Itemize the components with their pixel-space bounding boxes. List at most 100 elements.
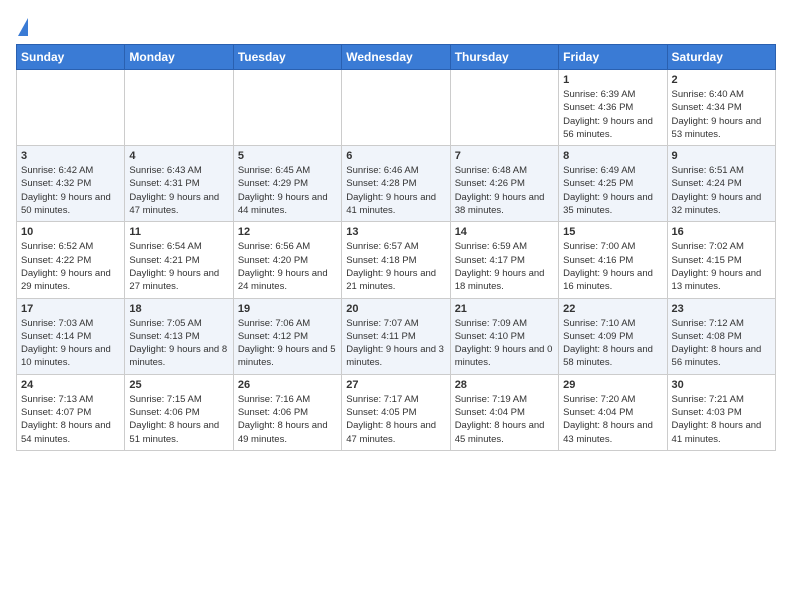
day-number: 11	[129, 226, 228, 238]
calendar-cell: 21 Sunrise: 7:09 AM Sunset: 4:10 PM Dayli…	[450, 298, 558, 374]
calendar-cell: 5 Sunrise: 6:45 AM Sunset: 4:29 PM Daylig…	[233, 146, 341, 222]
calendar-cell: 12 Sunrise: 6:56 AM Sunset: 4:20 PM Dayli…	[233, 222, 341, 298]
day-number: 12	[238, 226, 337, 238]
cell-content: Sunrise: 6:51 AM Sunset: 4:24 PM Dayligh…	[672, 164, 771, 217]
cell-content: Sunrise: 7:19 AM Sunset: 4:04 PM Dayligh…	[455, 393, 554, 446]
day-number: 24	[21, 379, 120, 391]
calendar-cell: 16 Sunrise: 7:02 AM Sunset: 4:15 PM Dayli…	[667, 222, 775, 298]
day-number: 21	[455, 303, 554, 315]
calendar-cell	[125, 70, 233, 146]
day-number: 26	[238, 379, 337, 391]
calendar-cell: 18Sunrise: 7:05 AM Sunset: 4:13 PM Dayli…	[125, 298, 233, 374]
calendar-week-row: 17 Sunrise: 7:03 AM Sunset: 4:14 PM Dayli…	[17, 298, 776, 374]
calendar-cell: 2 Sunrise: 6:40 AM Sunset: 4:34 PM Daylig…	[667, 70, 775, 146]
weekday-header-friday: Friday	[559, 45, 667, 70]
calendar-cell: 4 Sunrise: 6:43 AM Sunset: 4:31 PM Daylig…	[125, 146, 233, 222]
weekday-header-tuesday: Tuesday	[233, 45, 341, 70]
calendar-cell	[233, 70, 341, 146]
day-number: 1	[563, 74, 662, 86]
cell-content: Sunrise: 6:39 AM Sunset: 4:36 PM Dayligh…	[563, 88, 662, 141]
cell-content: Sunrise: 6:48 AM Sunset: 4:26 PM Dayligh…	[455, 164, 554, 217]
day-number: 13	[346, 226, 445, 238]
weekday-header-wednesday: Wednesday	[342, 45, 450, 70]
day-number: 25	[129, 379, 228, 391]
calendar-cell: 13 Sunrise: 6:57 AM Sunset: 4:18 PM Dayli…	[342, 222, 450, 298]
cell-content: Sunrise: 7:16 AM Sunset: 4:06 PM Dayligh…	[238, 393, 337, 446]
calendar-cell: 14 Sunrise: 6:59 AM Sunset: 4:17 PM Dayli…	[450, 222, 558, 298]
weekday-header-saturday: Saturday	[667, 45, 775, 70]
calendar-week-row: 24 Sunrise: 7:13 AM Sunset: 4:07 PM Dayli…	[17, 374, 776, 450]
day-number: 14	[455, 226, 554, 238]
cell-content: Sunrise: 7:02 AM Sunset: 4:15 PM Dayligh…	[672, 240, 771, 293]
calendar-cell	[450, 70, 558, 146]
calendar-cell: 17 Sunrise: 7:03 AM Sunset: 4:14 PM Dayli…	[17, 298, 125, 374]
cell-content: Sunrise: 6:42 AM Sunset: 4:32 PM Dayligh…	[21, 164, 120, 217]
calendar-cell: 19Sunrise: 7:06 AM Sunset: 4:12 PM Dayli…	[233, 298, 341, 374]
calendar-cell: 9 Sunrise: 6:51 AM Sunset: 4:24 PM Daylig…	[667, 146, 775, 222]
calendar-cell: 29 Sunrise: 7:20 AM Sunset: 4:04 PM Dayli…	[559, 374, 667, 450]
cell-content: Sunrise: 7:09 AM Sunset: 4:10 PM Dayligh…	[455, 317, 554, 370]
day-number: 29	[563, 379, 662, 391]
day-number: 2	[672, 74, 771, 86]
calendar-week-row: 10 Sunrise: 6:52 AM Sunset: 4:22 PM Dayli…	[17, 222, 776, 298]
cell-content: Sunrise: 7:07 AM Sunset: 4:11 PM Dayligh…	[346, 317, 445, 370]
day-number: 30	[672, 379, 771, 391]
calendar-cell: 10 Sunrise: 6:52 AM Sunset: 4:22 PM Dayli…	[17, 222, 125, 298]
cell-content: Sunrise: 7:12 AM Sunset: 4:08 PM Dayligh…	[672, 317, 771, 370]
cell-content: Sunrise: 6:40 AM Sunset: 4:34 PM Dayligh…	[672, 88, 771, 141]
weekday-header-thursday: Thursday	[450, 45, 558, 70]
weekday-header-monday: Monday	[125, 45, 233, 70]
cell-content: Sunrise: 7:06 AM Sunset: 4:12 PM Dayligh…	[238, 317, 337, 370]
calendar-table: SundayMondayTuesdayWednesdayThursdayFrid…	[16, 44, 776, 451]
day-number: 5	[238, 150, 337, 162]
calendar-cell: 22 Sunrise: 7:10 AM Sunset: 4:09 PM Dayli…	[559, 298, 667, 374]
calendar-cell: 3Sunrise: 6:42 AM Sunset: 4:32 PM Daylig…	[17, 146, 125, 222]
cell-content: Sunrise: 7:21 AM Sunset: 4:03 PM Dayligh…	[672, 393, 771, 446]
cell-content: Sunrise: 6:52 AM Sunset: 4:22 PM Dayligh…	[21, 240, 120, 293]
cell-content: Sunrise: 6:56 AM Sunset: 4:20 PM Dayligh…	[238, 240, 337, 293]
cell-content: Sunrise: 6:45 AM Sunset: 4:29 PM Dayligh…	[238, 164, 337, 217]
logo	[16, 20, 28, 36]
day-number: 17	[21, 303, 120, 315]
day-number: 18	[129, 303, 228, 315]
cell-content: Sunrise: 6:43 AM Sunset: 4:31 PM Dayligh…	[129, 164, 228, 217]
cell-content: Sunrise: 7:10 AM Sunset: 4:09 PM Dayligh…	[563, 317, 662, 370]
cell-content: Sunrise: 6:49 AM Sunset: 4:25 PM Dayligh…	[563, 164, 662, 217]
cell-content: Sunrise: 7:20 AM Sunset: 4:04 PM Dayligh…	[563, 393, 662, 446]
day-number: 27	[346, 379, 445, 391]
cell-content: Sunrise: 7:03 AM Sunset: 4:14 PM Dayligh…	[21, 317, 120, 370]
calendar-cell	[342, 70, 450, 146]
day-number: 4	[129, 150, 228, 162]
calendar-cell: 27 Sunrise: 7:17 AM Sunset: 4:05 PM Dayli…	[342, 374, 450, 450]
day-number: 15	[563, 226, 662, 238]
calendar-cell: 24 Sunrise: 7:13 AM Sunset: 4:07 PM Dayli…	[17, 374, 125, 450]
day-number: 6	[346, 150, 445, 162]
day-number: 8	[563, 150, 662, 162]
day-number: 9	[672, 150, 771, 162]
day-number: 10	[21, 226, 120, 238]
day-number: 23	[672, 303, 771, 315]
weekday-header-sunday: Sunday	[17, 45, 125, 70]
calendar-cell: 20 Sunrise: 7:07 AM Sunset: 4:11 PM Dayli…	[342, 298, 450, 374]
cell-content: Sunrise: 7:00 AM Sunset: 4:16 PM Dayligh…	[563, 240, 662, 293]
cell-content: Sunrise: 6:57 AM Sunset: 4:18 PM Dayligh…	[346, 240, 445, 293]
calendar-cell: 1 Sunrise: 6:39 AM Sunset: 4:36 PM Daylig…	[559, 70, 667, 146]
day-number: 20	[346, 303, 445, 315]
calendar-cell: 11Sunrise: 6:54 AM Sunset: 4:21 PM Dayli…	[125, 222, 233, 298]
calendar-cell: 23 Sunrise: 7:12 AM Sunset: 4:08 PM Dayli…	[667, 298, 775, 374]
cell-content: Sunrise: 6:46 AM Sunset: 4:28 PM Dayligh…	[346, 164, 445, 217]
cell-content: Sunrise: 7:17 AM Sunset: 4:05 PM Dayligh…	[346, 393, 445, 446]
cell-content: Sunrise: 7:13 AM Sunset: 4:07 PM Dayligh…	[21, 393, 120, 446]
calendar-header-row: SundayMondayTuesdayWednesdayThursdayFrid…	[17, 45, 776, 70]
calendar-cell: 6 Sunrise: 6:46 AM Sunset: 4:28 PM Daylig…	[342, 146, 450, 222]
calendar-week-row: 3Sunrise: 6:42 AM Sunset: 4:32 PM Daylig…	[17, 146, 776, 222]
calendar-cell: 30 Sunrise: 7:21 AM Sunset: 4:03 PM Dayli…	[667, 374, 775, 450]
calendar-cell: 8 Sunrise: 6:49 AM Sunset: 4:25 PM Daylig…	[559, 146, 667, 222]
cell-content: Sunrise: 6:59 AM Sunset: 4:17 PM Dayligh…	[455, 240, 554, 293]
day-number: 16	[672, 226, 771, 238]
logo-triangle-icon	[18, 18, 28, 36]
day-number: 22	[563, 303, 662, 315]
day-number: 28	[455, 379, 554, 391]
cell-content: Sunrise: 7:15 AM Sunset: 4:06 PM Dayligh…	[129, 393, 228, 446]
calendar-cell: 26 Sunrise: 7:16 AM Sunset: 4:06 PM Dayli…	[233, 374, 341, 450]
